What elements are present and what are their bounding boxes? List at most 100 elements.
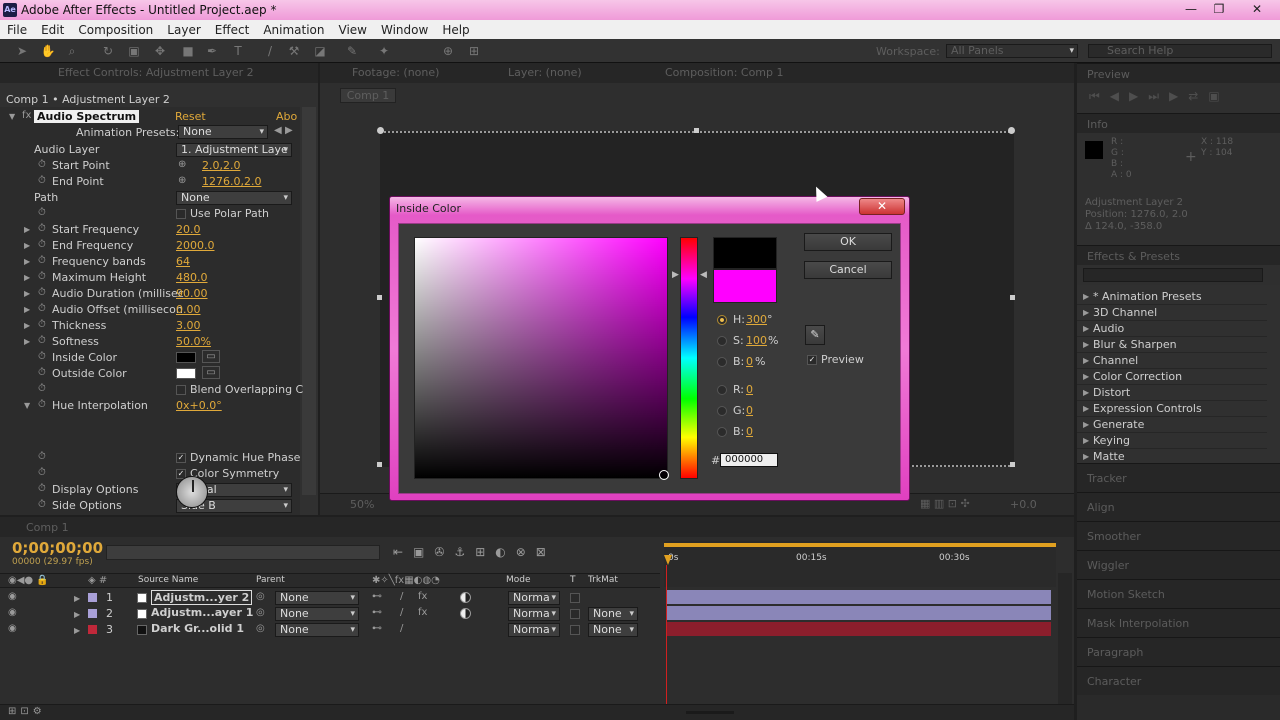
preview-panel-header[interactable]: Preview [1077, 63, 1280, 83]
close-icon[interactable]: ✕ [1240, 1, 1274, 17]
clone-stamp-tool-icon[interactable]: ⚒ [286, 43, 302, 59]
tab-comp-1[interactable]: Comp 1 [26, 521, 69, 534]
hand-tool-icon[interactable]: ✋ [40, 43, 56, 59]
expand-triangle-icon[interactable]: ▶ [74, 594, 80, 603]
stopwatch-icon[interactable]: ⏱ [38, 467, 46, 478]
puppet-tool-icon[interactable]: ✦ [376, 43, 392, 59]
expand-triangle-icon[interactable]: ▶ [24, 337, 30, 346]
collapsed-panel-header[interactable]: Align [1077, 492, 1280, 521]
stopwatch-icon[interactable]: ⏱ [38, 159, 46, 170]
property-value[interactable]: 50.0% [176, 335, 211, 348]
end-point-handle[interactable] [1008, 127, 1015, 134]
color-swatch[interactable] [176, 368, 196, 379]
effects-category-item[interactable]: ▶ Keying [1077, 433, 1267, 449]
expand-triangle-icon[interactable]: ▶ [1083, 340, 1089, 349]
expand-triangle-icon[interactable]: ▶ [1083, 308, 1089, 317]
red-radio[interactable] [717, 385, 727, 395]
expand-triangle-icon[interactable]: ▶ [24, 225, 30, 234]
expanded-triangle-icon[interactable]: ▼ [24, 401, 30, 410]
collapsed-panel-header[interactable]: Wiggler [1077, 550, 1280, 579]
property-value[interactable]: 20.0 [176, 223, 201, 236]
roto-brush-tool-icon[interactable]: ✎ [344, 43, 360, 59]
menu-file[interactable]: File [0, 20, 34, 39]
search-help-input[interactable]: Search Help [1088, 44, 1272, 58]
effect-controls-scrollbar[interactable] [302, 107, 316, 495]
expand-triangle-icon[interactable]: ▶ [74, 610, 80, 619]
timeline-switch-icons[interactable]: ⇤▣✇⚓⊞◐⊗⊠ [393, 545, 556, 559]
effects-category-item[interactable]: ▶ Expression Controls [1077, 401, 1267, 417]
brightness-radio[interactable] [717, 357, 727, 367]
track-matte-select[interactable]: None [588, 623, 638, 637]
stopwatch-icon[interactable]: ⏱ [38, 207, 46, 218]
effects-category-item[interactable]: ▶ Blur & Sharpen [1077, 337, 1267, 353]
stopwatch-icon[interactable]: ⏱ [38, 239, 46, 250]
stopwatch-icon[interactable]: ⏱ [38, 255, 46, 266]
layer-3-bar[interactable] [667, 622, 1051, 636]
effects-search-input[interactable] [1083, 268, 1263, 282]
property-value[interactable]: 1276.0,2.0 [202, 175, 261, 188]
stopwatch-icon[interactable]: ⏱ [38, 175, 46, 186]
effects-category-item[interactable]: ▶ Matte [1077, 449, 1267, 463]
shy-switch-icon[interactable]: ⊷ [372, 623, 382, 634]
bottom-right-handle[interactable] [1010, 462, 1015, 467]
menu-window[interactable]: Window [374, 20, 435, 39]
collapsed-panel-header[interactable]: Paragraph [1077, 637, 1280, 666]
brightness-value[interactable]: 0 [746, 355, 753, 368]
parent-select[interactable]: None [275, 623, 359, 637]
tab-effect-controls[interactable]: Effect Controls: Adjustment Layer 2 [58, 66, 254, 79]
animation-presets-select[interactable]: None [178, 125, 268, 139]
visibility-eye-icon[interactable]: ◉ [8, 607, 17, 618]
saturation-radio[interactable] [717, 336, 727, 346]
property-checkbox[interactable] [176, 385, 186, 395]
cancel-button[interactable]: Cancel [804, 261, 892, 279]
stopwatch-icon[interactable]: ⏱ [38, 223, 46, 234]
menu-edit[interactable]: Edit [34, 20, 71, 39]
expand-triangle-icon[interactable]: ▶ [24, 257, 30, 266]
trkmat-header[interactable]: TrkMat [588, 575, 618, 585]
preserve-transparency-checkbox[interactable] [570, 625, 580, 635]
camera-tool-icon[interactable]: ▣ [126, 43, 142, 59]
adjustment-layer-icon[interactable] [460, 592, 471, 603]
blue-radio[interactable] [717, 427, 727, 437]
adjustment-layer-icon[interactable] [460, 608, 471, 619]
effects-category-item[interactable]: ▶ * Animation Presets [1077, 289, 1267, 305]
stopwatch-icon[interactable]: ⏱ [38, 287, 46, 298]
shy-switch-icon[interactable]: ⊷ [372, 591, 382, 602]
tab-composition[interactable]: Composition: Comp 1 [665, 66, 784, 79]
brush-tool-icon[interactable]: / [262, 43, 278, 59]
blend-mode-select[interactable]: Norma [508, 623, 560, 637]
hue-radio[interactable] [717, 315, 727, 325]
work-area-bar[interactable] [664, 543, 1056, 547]
minimize-icon[interactable]: — [1178, 1, 1204, 17]
zoom-level[interactable]: 50% [350, 498, 374, 511]
timeline-scrollbar[interactable] [1058, 573, 1072, 713]
hex-input[interactable]: 000000 [720, 453, 778, 467]
fx-switch-icon[interactable]: fx [418, 607, 427, 618]
blue-value[interactable]: 0 [746, 425, 753, 438]
effects-category-item[interactable]: ▶ Audio [1077, 321, 1267, 337]
parent-header[interactable]: Parent [256, 575, 285, 585]
property-value[interactable]: 90.00 [176, 287, 208, 300]
eyedropper-icon[interactable]: ▭ [202, 350, 220, 363]
quality-switch-icon[interactable]: / [400, 623, 403, 634]
ok-button[interactable]: OK [804, 233, 892, 251]
saturation-value[interactable]: 100 [746, 334, 767, 347]
rotate-tool-icon[interactable]: ↻ [100, 43, 116, 59]
stopwatch-icon[interactable]: ⏱ [38, 319, 46, 330]
blend-mode-select[interactable]: Norma [508, 607, 560, 621]
mask-tool-icon[interactable]: ■ [180, 43, 196, 59]
comp-subtab[interactable]: Comp 1 [340, 88, 396, 103]
info-panel-header[interactable]: Info [1077, 113, 1280, 133]
label-color-swatch[interactable] [88, 593, 97, 602]
eraser-tool-icon[interactable]: ◪ [312, 43, 328, 59]
visibility-eye-icon[interactable]: ◉ [8, 591, 17, 602]
expand-triangle-icon[interactable]: ▶ [1083, 388, 1089, 397]
menu-help[interactable]: Help [435, 20, 476, 39]
collapsed-panel-header[interactable]: Mask Interpolation [1077, 608, 1280, 637]
menu-composition[interactable]: Composition [71, 20, 160, 39]
pickwhip-icon[interactable]: ◎ [256, 591, 265, 602]
zoom-tool-icon[interactable]: ⌕ [64, 43, 80, 59]
preserve-transparency-checkbox[interactable] [570, 609, 580, 619]
menu-animation[interactable]: Animation [256, 20, 331, 39]
time-ruler[interactable]: 0s 00:15s 00:30s [664, 541, 1056, 587]
